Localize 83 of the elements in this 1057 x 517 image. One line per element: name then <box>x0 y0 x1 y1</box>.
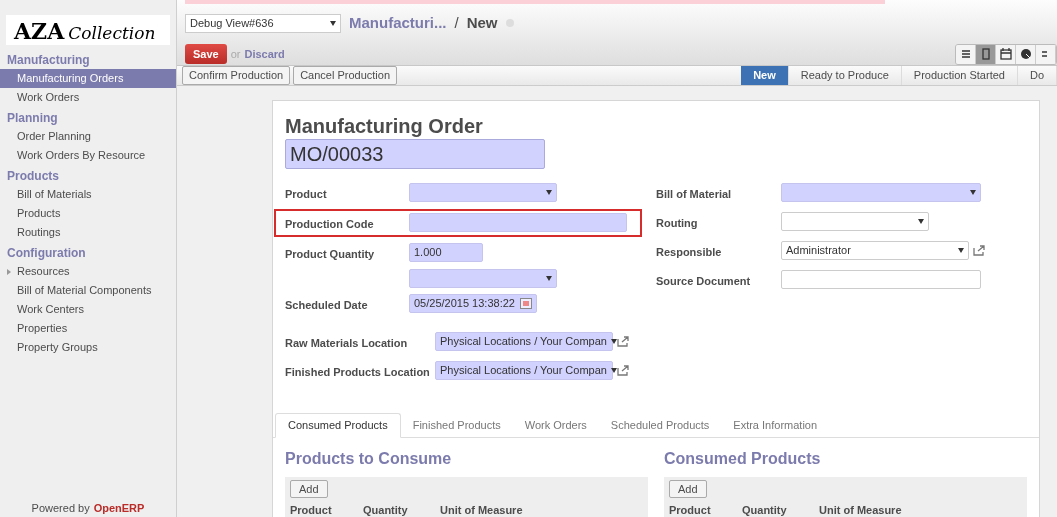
sidebar-item[interactable]: Manufacturing Orders <box>0 69 176 88</box>
caret-icon <box>610 368 617 373</box>
status-stage[interactable]: Ready to Produce <box>788 65 902 85</box>
sidebar-item[interactable]: Bill of Materials <box>0 185 176 204</box>
section-title: Configuration <box>6 245 87 262</box>
view-switch-button[interactable] <box>976 44 996 64</box>
caret-icon <box>330 20 336 26</box>
caret-icon <box>918 219 924 224</box>
breadcrumb-link[interactable]: Manufacturi... <box>349 12 447 35</box>
field-label: Responsible <box>656 245 722 258</box>
view-switch-button[interactable] <box>1036 44 1056 64</box>
field-label: Product Quantity <box>285 247 375 260</box>
section-title: Planning <box>6 110 59 127</box>
sidebar-item[interactable]: Property Groups <box>0 338 176 357</box>
column-header[interactable]: Unit of Measure <box>819 501 902 517</box>
view-select[interactable]: Debug View#636 <box>185 13 341 33</box>
form-tab[interactable]: Scheduled Products <box>598 412 722 438</box>
input-field[interactable] <box>781 270 981 289</box>
caret-icon <box>546 275 552 281</box>
sidebar-item[interactable]: Work Orders <box>0 88 176 107</box>
calendar-view-icon <box>998 47 1013 61</box>
field-label: Routing <box>656 216 698 229</box>
field-label: Finished Products Location <box>285 365 430 378</box>
select-field[interactable] <box>409 268 557 288</box>
select-field[interactable] <box>781 183 981 202</box>
field-label: Source Document <box>656 274 751 287</box>
external-link-icon[interactable] <box>617 336 630 347</box>
sidebar-item[interactable]: Work Centers <box>0 300 176 319</box>
caret-icon <box>970 190 976 195</box>
panel-title: Products to Consume <box>285 448 453 469</box>
external-link-icon[interactable] <box>973 245 986 256</box>
sidebar-item[interactable]: Properties <box>0 319 176 338</box>
expand-arrow-icon[interactable] <box>6 268 11 275</box>
column-header[interactable]: Product <box>290 501 363 517</box>
select-field[interactable]: Administrator <box>781 241 969 260</box>
caret-icon <box>610 339 617 344</box>
form-tab[interactable]: Work Orders <box>512 412 599 438</box>
add-button[interactable]: Add <box>669 479 707 498</box>
field-label: Production Code <box>285 217 374 230</box>
column-header[interactable]: Product <box>669 501 742 517</box>
section-title: Products <box>6 168 60 185</box>
section-title: Manufacturing <box>6 52 91 69</box>
column-header[interactable]: Quantity <box>742 501 819 517</box>
external-link-icon[interactable] <box>617 365 630 376</box>
field-label: Bill of Material <box>656 187 732 200</box>
calendar-icon[interactable] <box>520 298 532 309</box>
field-label: Scheduled Date <box>285 298 368 311</box>
breadcrumb-current: New <box>466 13 498 33</box>
view-switch-button[interactable] <box>996 44 1016 64</box>
breadcrumb-separator: / <box>454 13 459 33</box>
add-button[interactable]: Add <box>290 479 328 498</box>
openerp-link[interactable]: OpenERP <box>93 499 145 516</box>
form-tab[interactable]: Consumed Products <box>275 412 401 438</box>
column-header[interactable]: Unit of Measure <box>440 501 523 517</box>
select-field[interactable] <box>409 183 557 202</box>
caret-icon <box>958 248 964 253</box>
view-switch-button[interactable] <box>956 44 976 64</box>
sidebar-item[interactable]: Work Orders By Resource <box>0 146 176 165</box>
status-stage[interactable]: Do <box>1017 65 1057 85</box>
save-button[interactable]: Save <box>185 44 227 64</box>
field-label: Raw Materials Location <box>285 336 408 349</box>
column-header[interactable]: Quantity <box>363 501 440 517</box>
field-label: Product <box>285 187 327 200</box>
status-stage[interactable]: Production Started <box>901 65 1018 85</box>
form-tab[interactable]: Extra Information <box>721 412 830 438</box>
footer-text: Powered by <box>31 500 90 516</box>
caret-icon <box>546 190 552 195</box>
sidebar-item[interactable]: Bill of Material Components <box>0 281 176 300</box>
sidebar-item[interactable]: Routings <box>0 223 176 242</box>
name-field[interactable]: MO/00033 <box>285 138 545 169</box>
panel-title: Consumed Products <box>664 448 822 469</box>
input-field[interactable] <box>409 213 627 232</box>
sidebar-item[interactable]: Products <box>0 204 176 223</box>
form-tab[interactable]: Finished Products <box>400 412 513 438</box>
select-field[interactable] <box>781 212 929 231</box>
sidebar-item[interactable]: Order Planning <box>0 127 176 146</box>
input-field[interactable]: 1.000 <box>409 243 483 262</box>
view-switch-button[interactable] <box>1016 44 1036 64</box>
chart-view-icon <box>1018 47 1033 61</box>
form-title: Manufacturing Order <box>285 114 484 137</box>
sidebar-item[interactable]: Resources <box>0 262 176 281</box>
logo: AZA Collection <box>6 15 170 45</box>
date-field[interactable]: 05/25/2015 13:38:22 <box>409 294 537 313</box>
